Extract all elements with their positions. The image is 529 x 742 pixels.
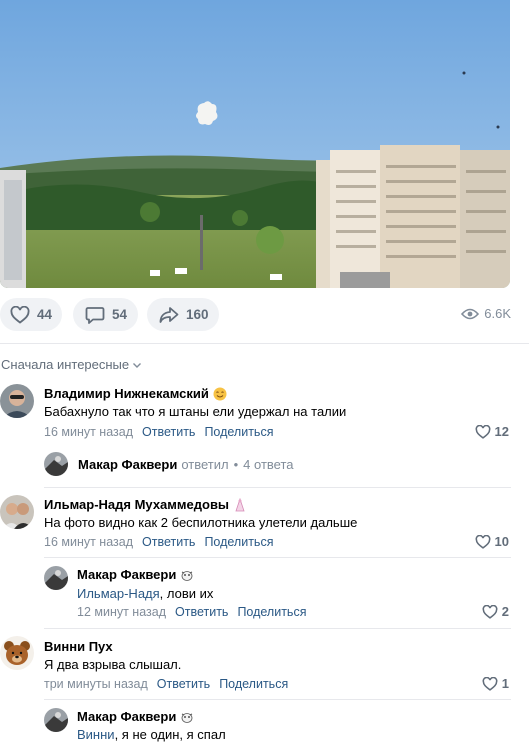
reply-link[interactable]: Ответить [157,677,210,691]
comment-separator [44,557,511,558]
comment-like-count: 12 [494,424,509,439]
reply-author[interactable]: Макар Факвери [77,709,194,724]
reply-time[interactable]: 12 минут назад [77,605,166,619]
thread-dot: • [233,456,239,472]
reply-link[interactable]: Ответить [175,605,228,619]
comment-time[interactable]: 16 минут назад [44,535,133,549]
reply-text: Винни, я не один, я спал [77,727,226,742]
reply-mention[interactable]: Винни [77,727,115,742]
comment-like-button[interactable]: 10 [475,534,509,549]
comment-like-count: 1 [501,676,509,691]
comment-time[interactable]: 16 минут назад [44,425,133,439]
reply-link[interactable]: Ответить [142,425,195,439]
comments-sort[interactable]: Сначала интересные [1,357,142,372]
comment-button[interactable]: 54 [73,298,138,331]
comment-text: Бабахнуло так что я штаны ели удержал на… [44,404,347,419]
avatar[interactable] [0,384,34,418]
wedding-emoji-icon [233,497,247,512]
post-photo[interactable] [0,0,510,288]
reply-text: Ильмар-Надя, лови их [77,586,214,601]
replies-thread-link[interactable]: Макар Факвери ответил • 4 ответа [44,452,294,476]
comment-author[interactable]: Ильмар-Надя Мухаммедовы [44,497,247,512]
comment-like-count: 10 [494,534,509,549]
comment-count: 54 [112,307,128,322]
thread-count: 4 ответа [243,456,294,472]
thread-verb: ответил [181,456,229,472]
share-count: 160 [186,307,209,322]
share-link[interactable]: Поделиться [219,677,288,691]
avatar[interactable] [0,495,34,529]
comment-icon [84,304,106,326]
share-button[interactable]: 160 [147,298,219,331]
thread-author: Макар Факвери [78,456,178,472]
reply-meta: 12 минут назад Ответить Поделиться [77,605,306,619]
comment-author[interactable]: Владимир Нижнекамский [44,386,227,401]
reply-like-count: 2 [501,604,509,619]
comment-like-button[interactable]: 1 [482,676,509,691]
comment-meta: три минуты назад Ответить Поделиться [44,677,288,691]
sort-label: Сначала интересные [1,357,130,372]
avatar[interactable] [44,566,68,590]
comment-separator [44,628,511,629]
cow-emoji-icon [180,710,194,724]
like-count: 44 [37,307,53,322]
share-link[interactable]: Поделиться [204,425,273,439]
comment-author[interactable]: Винни Пух [44,639,113,654]
heart-icon [9,304,31,326]
avatar[interactable] [44,708,68,732]
heart-icon [482,676,498,691]
eye-icon [461,307,480,321]
views-count: 6.6K [484,306,511,321]
smile-emoji-icon [213,387,227,401]
comment-time[interactable]: три минуты назад [44,677,148,691]
heart-icon [475,534,491,549]
comment-separator [44,699,511,700]
comment-like-button[interactable]: 12 [475,424,509,439]
chevron-down-icon [132,361,142,369]
reply-link[interactable]: Ответить [142,535,195,549]
comment-separator [44,487,511,488]
comment-text: На фото видно как 2 беспилотника улетели… [44,515,358,530]
avatar[interactable] [0,636,34,670]
share-link[interactable]: Поделиться [237,605,306,619]
divider [0,343,529,344]
cow-emoji-icon [180,568,194,582]
comment-meta: 16 минут назад Ответить Поделиться [44,535,273,549]
share-link[interactable]: Поделиться [204,535,273,549]
heart-icon [482,604,498,619]
avatar [44,452,68,476]
post-actions: 44 54 160 6.6K [0,298,529,332]
reply-author[interactable]: Макар Факвери [77,567,194,582]
like-button[interactable]: 44 [0,298,62,331]
reply-mention[interactable]: Ильмар-Надя [77,586,160,601]
reply-like-button[interactable]: 2 [482,604,509,619]
share-icon [158,304,180,326]
heart-icon [475,424,491,439]
comment-text: Я два взрыва слышал. [44,657,182,672]
comment-meta: 16 минут назад Ответить Поделиться [44,425,273,439]
views-counter: 6.6K [461,306,511,321]
